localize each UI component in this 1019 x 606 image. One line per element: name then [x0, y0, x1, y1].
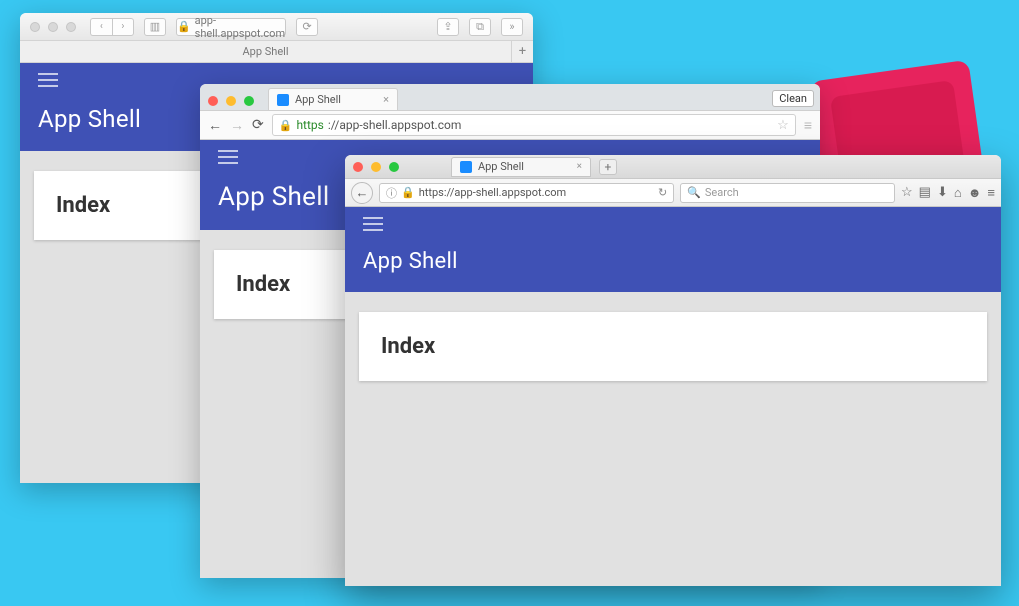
address-bar[interactable]: 🔒 https ://app-shell.appspot.com ☆ [272, 114, 796, 136]
content-card: Index [359, 312, 987, 381]
bookmark-icon[interactable]: ☆ [901, 185, 913, 200]
favicon-icon [460, 161, 472, 173]
maximize-icon[interactable] [244, 96, 254, 106]
info-icon[interactable]: ⓘ [386, 185, 397, 201]
search-icon: 🔍 [687, 186, 701, 199]
more-button[interactable]: » [501, 18, 523, 36]
reload-button[interactable]: ↻ [658, 186, 667, 199]
address-bar[interactable]: ⓘ 🔒 https://app-shell.appspot.com ↻ [379, 183, 674, 203]
hamburger-icon[interactable] [218, 150, 238, 164]
url-scheme: https [296, 118, 323, 132]
url-text: https://app-shell.appspot.com [419, 186, 567, 199]
lock-icon: 🔒 [279, 119, 293, 132]
bookmark-icon[interactable]: ☆ [777, 118, 789, 133]
search-bar[interactable]: 🔍 Search [680, 183, 895, 203]
maximize-icon[interactable] [66, 22, 76, 32]
home-icon[interactable]: ⌂ [954, 185, 962, 201]
tab-strip: App Shell + [20, 41, 533, 63]
hamburger-icon[interactable] [363, 217, 383, 231]
url-text: app-shell.appspot.com [195, 14, 285, 40]
firefox-window: App Shell × + ← ⓘ 🔒 https://app-shell.ap… [345, 155, 1001, 586]
tab-title: App Shell [478, 160, 524, 173]
tab-title: App Shell [295, 93, 341, 106]
app-header: App Shell [345, 207, 1001, 292]
sidebar-button[interactable]: ▥ [144, 18, 166, 36]
back-button[interactable]: ← [208, 117, 222, 134]
close-tab-icon[interactable]: × [383, 93, 389, 106]
tabs-button[interactable]: ⧉ [469, 18, 491, 36]
tab-app-shell[interactable]: App Shell × [451, 157, 591, 177]
favicon-icon [277, 94, 289, 106]
chrome-tabbar: App Shell × Clean [200, 84, 820, 110]
downloads-icon[interactable]: ⬇ [937, 185, 948, 200]
new-tab-button[interactable]: + [599, 159, 617, 175]
card-heading: Index [381, 334, 965, 359]
reload-button[interactable]: ⟳ [296, 18, 318, 36]
firefox-tabbar: App Shell × + [345, 155, 1001, 179]
address-bar[interactable]: 🔒 app-shell.appspot.com [176, 18, 286, 36]
minimize-icon[interactable] [226, 96, 236, 106]
lock-icon: 🔒 [401, 186, 415, 199]
url-rest: ://app-shell.appspot.com [328, 118, 462, 132]
tab-app-shell[interactable]: App Shell × [268, 88, 398, 110]
window-controls[interactable] [353, 157, 403, 176]
pocket-icon[interactable]: ☻ [968, 185, 982, 201]
minimize-icon[interactable] [371, 162, 381, 172]
back-button[interactable]: ← [351, 182, 373, 204]
lock-icon: 🔒 [177, 20, 191, 33]
share-button[interactable]: ⇪ [437, 18, 459, 36]
tab-app-shell[interactable]: App Shell [20, 41, 511, 62]
app-title: App Shell [363, 249, 983, 274]
close-icon[interactable] [30, 22, 40, 32]
hamburger-icon[interactable] [38, 73, 58, 87]
back-button[interactable]: ‹ [90, 18, 112, 36]
close-icon[interactable] [208, 96, 218, 106]
reload-button[interactable]: ⟳ [252, 117, 264, 133]
safari-toolbar: ‹ › ▥ 🔒 app-shell.appspot.com ⟳ ⇪ ⧉ » [20, 13, 533, 41]
page-content: App Shell Index [345, 207, 1001, 586]
forward-button[interactable]: › [112, 18, 134, 36]
window-controls[interactable] [30, 17, 80, 36]
clean-button[interactable]: Clean [772, 90, 814, 107]
new-tab-button[interactable]: + [511, 41, 533, 62]
maximize-icon[interactable] [389, 162, 399, 172]
forward-button[interactable]: → [230, 117, 244, 134]
chrome-urlbar: ← → ⟳ 🔒 https://app-shell.appspot.com ☆ … [200, 110, 820, 140]
window-controls[interactable] [208, 91, 258, 110]
firefox-menu-icon[interactable]: ≡ [987, 185, 995, 201]
minimize-icon[interactable] [48, 22, 58, 32]
close-tab-icon[interactable]: × [577, 161, 582, 172]
chrome-menu-icon[interactable]: ≡ [804, 117, 812, 134]
search-placeholder: Search [705, 186, 739, 199]
firefox-urlbar: ← ⓘ 🔒 https://app-shell.appspot.com ↻ 🔍 … [345, 179, 1001, 207]
reading-list-icon[interactable]: ▤ [919, 185, 931, 200]
close-icon[interactable] [353, 162, 363, 172]
